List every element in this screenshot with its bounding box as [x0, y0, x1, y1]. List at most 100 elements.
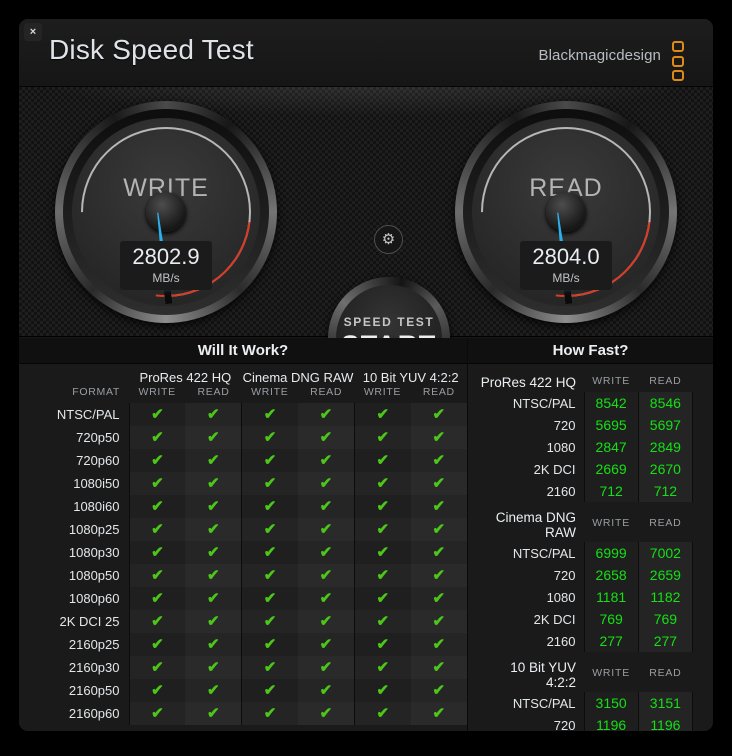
format-column-header: FORMAT [72, 386, 120, 398]
subheader-write: WRITE [363, 386, 402, 398]
read-support-cell: ✔ [297, 679, 355, 702]
format-label: 1080p30 [68, 545, 120, 560]
checkmark-icon: ✔ [151, 475, 164, 492]
format-label: 2160p25 [68, 637, 120, 652]
table-row: 2160p25 ✔ ✔ ✔ ✔ ✔ ✔ [19, 633, 467, 656]
read-support-cell: ✔ [185, 656, 242, 679]
read-support-cell: ✔ [185, 495, 242, 518]
will-it-work-panel: Will It Work? FORMAT ProRes 422 HQ Cinem… [19, 338, 468, 731]
checkmark-icon: ✔ [206, 452, 220, 469]
checkmark-icon: ✔ [432, 521, 446, 538]
read-speed-value: 277 [637, 630, 694, 652]
group-header-prores: ProRes 422 HQ [139, 370, 232, 385]
write-support-cell: ✔ [353, 633, 411, 656]
how-fast-sections: ProRes 422 HQ WRITE READ NTSC/PAL 8542 8546 72… [468, 364, 713, 731]
read-support-cell: ✔ [185, 449, 242, 472]
subheader-read: READ [422, 386, 455, 398]
read-speed-value: 2849 [637, 436, 694, 458]
close-icon[interactable]: × [24, 23, 42, 41]
write-support-cell: ✔ [353, 426, 411, 449]
write-speed-value: 6999 [583, 542, 639, 564]
checkmark-icon: ✔ [263, 544, 277, 561]
write-speed-value: 2847 [583, 436, 639, 458]
checkmark-icon: ✔ [263, 636, 277, 653]
how-fast-table: Cinema DNG RAW WRITE READ NTSC/PAL 6999 7002 7… [480, 506, 694, 652]
checkmark-icon: ✔ [432, 452, 446, 469]
resolution-label: 2160 [546, 483, 576, 499]
checkmark-icon: ✔ [432, 475, 446, 492]
resolution-label: 720 [553, 417, 576, 433]
will-it-work-title: Will It Work? [19, 338, 467, 364]
format-label: 1080i50 [73, 476, 120, 491]
write-support-cell: ✔ [241, 564, 298, 587]
checkmark-icon: ✔ [319, 498, 333, 515]
read-support-cell: ✔ [297, 472, 355, 495]
table-row: NTSC/PAL ✔ ✔ ✔ ✔ ✔ ✔ [19, 403, 467, 426]
checkmark-icon: ✔ [151, 406, 164, 423]
gauge-face: READ 2804.0 MB/s [472, 118, 660, 306]
write-support-cell: ✔ [241, 610, 298, 633]
write-support-cell: ✔ [241, 679, 298, 702]
checkmark-icon: ✔ [432, 613, 446, 630]
write-support-cell: ✔ [128, 656, 186, 679]
read-support-cell: ✔ [297, 587, 355, 610]
write-support-cell: ✔ [353, 564, 411, 587]
checkmark-icon: ✔ [263, 705, 277, 722]
checkmark-icon: ✔ [206, 567, 220, 584]
checkmark-icon: ✔ [151, 613, 164, 630]
checkmark-icon: ✔ [206, 498, 220, 515]
table-row: 1080p60 ✔ ✔ ✔ ✔ ✔ ✔ [19, 587, 467, 610]
write-support-cell: ✔ [241, 518, 298, 541]
how-fast-section-header: ProRes 422 HQ WRITE READ [480, 371, 693, 392]
read-support-cell: ✔ [185, 679, 242, 702]
read-support-cell: ✔ [185, 426, 242, 449]
gear-icon[interactable]: ⚙ [374, 225, 403, 254]
read-support-cell: ✔ [410, 472, 467, 495]
write-support-cell: ✔ [128, 564, 186, 587]
table-row: 720p50 ✔ ✔ ✔ ✔ ✔ ✔ [19, 426, 467, 449]
checkmark-icon: ✔ [206, 406, 220, 423]
checkmark-icon: ✔ [206, 705, 220, 722]
checkmark-icon: ✔ [432, 544, 446, 561]
checkmark-icon: ✔ [206, 590, 220, 607]
gauge-hub [546, 192, 586, 232]
read-support-cell: ✔ [410, 633, 467, 656]
read-support-cell: ✔ [297, 656, 355, 679]
read-support-cell: ✔ [185, 541, 242, 564]
write-speed-value: 5695 [583, 414, 639, 436]
table-row: 1080p25 ✔ ✔ ✔ ✔ ✔ ✔ [19, 518, 467, 541]
read-speed-value: 1196 [637, 714, 694, 731]
table-row: 1080i50 ✔ ✔ ✔ ✔ ✔ ✔ [19, 472, 467, 495]
read-support-cell: ✔ [185, 472, 242, 495]
table-row: NTSC/PAL 8542 8546 [480, 392, 694, 414]
read-support-cell: ✔ [410, 426, 467, 449]
table-row: 1080p50 ✔ ✔ ✔ ✔ ✔ ✔ [19, 564, 467, 587]
resolution-label: NTSC/PAL [512, 395, 576, 411]
how-fast-section-header: 10 Bit YUV 4:2:2 WRITE READ [480, 656, 693, 692]
read-support-cell: ✔ [185, 610, 242, 633]
checkmark-icon: ✔ [151, 521, 164, 538]
checkmark-icon: ✔ [319, 705, 333, 722]
read-speed-value: 769 [637, 608, 694, 630]
subheader-write: WRITE [138, 386, 176, 398]
read-support-cell: ✔ [410, 656, 467, 679]
read-support-cell: ✔ [297, 518, 355, 541]
read-support-cell: ✔ [410, 587, 467, 610]
write-support-cell: ✔ [353, 610, 411, 633]
read-speed-value: 5697 [637, 414, 694, 436]
resolution-label: NTSC/PAL [512, 695, 576, 711]
write-support-cell: ✔ [128, 702, 186, 725]
write-support-cell: ✔ [241, 541, 298, 564]
table-row: 720 5695 5697 [480, 414, 694, 436]
checkmark-icon: ✔ [376, 590, 390, 607]
table-row: 1080 1181 1182 [480, 586, 694, 608]
format-label: NTSC/PAL [56, 407, 120, 422]
write-speed-value: 1181 [583, 586, 639, 608]
how-fast-table: 10 Bit YUV 4:2:2 WRITE READ NTSC/PAL 3150 315… [480, 656, 694, 731]
resolution-label: NTSC/PAL [512, 545, 576, 561]
checkmark-icon: ✔ [263, 682, 277, 699]
checkmark-icon: ✔ [206, 613, 220, 630]
write-support-cell: ✔ [241, 495, 298, 518]
read-support-cell: ✔ [185, 587, 242, 610]
format-label: 1080i60 [73, 499, 120, 514]
